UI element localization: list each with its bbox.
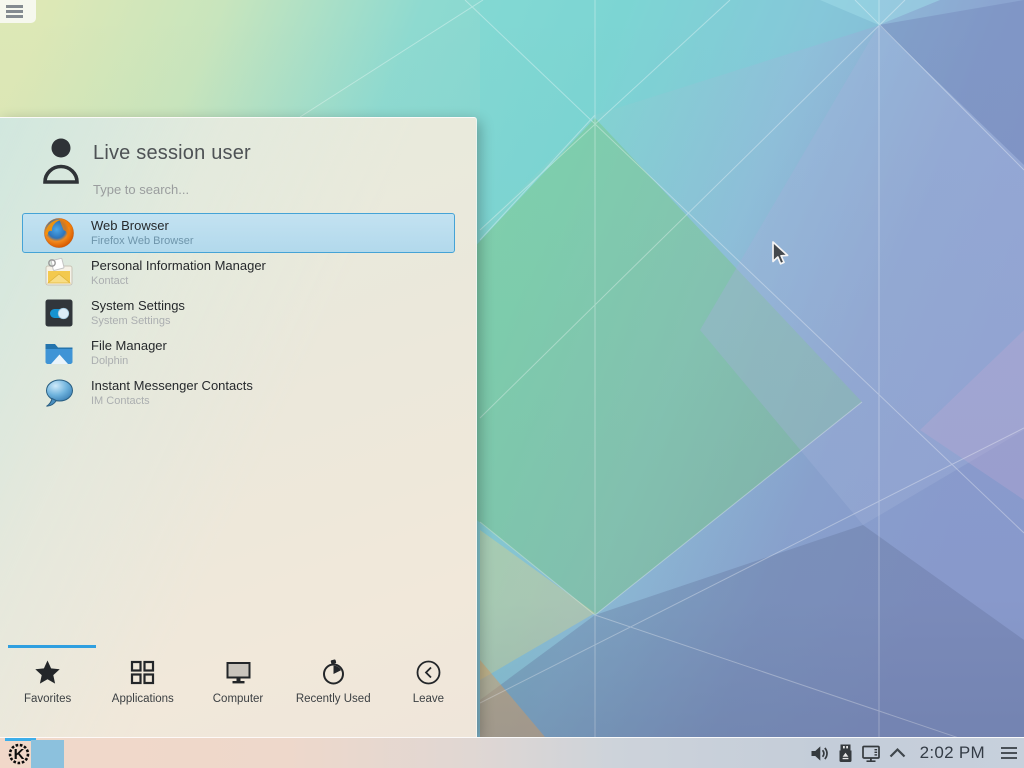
settings-toggle-icon: [43, 297, 75, 329]
tab-label: Leave: [413, 693, 444, 705]
system-tray: 2:02 PM: [809, 738, 1019, 768]
tab-label: Recently Used: [296, 693, 371, 705]
mouse-cursor: [767, 239, 793, 269]
search-input[interactable]: [93, 178, 423, 200]
list-item-subtitle: IM Contacts: [91, 395, 253, 408]
list-item-title: System Settings: [91, 298, 185, 313]
tab-favorites[interactable]: Favorites: [0, 659, 95, 737]
chevron-up-icon[interactable]: [887, 743, 908, 764]
hamburger-icon: [6, 15, 23, 18]
list-item-subtitle: Kontact: [91, 275, 266, 288]
desktop: Live session user: [0, 0, 1024, 768]
tab-label: Favorites: [24, 693, 71, 705]
desktop-toolbox-button[interactable]: [0, 0, 36, 23]
kde-logo-icon: K: [7, 742, 31, 766]
tab-label: Computer: [213, 693, 264, 705]
hamburger-icon: [6, 10, 23, 13]
firefox-icon: [43, 217, 75, 249]
list-item-title: Web Browser: [91, 218, 194, 233]
hamburger-icon: [1001, 757, 1017, 759]
stopwatch-icon: [320, 659, 347, 686]
launcher-header: Live session user: [0, 118, 476, 213]
display-icon[interactable]: [861, 743, 882, 764]
application-launcher-menu: Live session user: [0, 117, 477, 737]
list-item-subtitle: Firefox Web Browser: [91, 235, 194, 248]
volume-icon[interactable]: [809, 743, 830, 764]
leave-circle-icon: [415, 659, 442, 686]
list-item-subtitle: System Settings: [91, 315, 185, 328]
kontact-envelope-icon: [43, 257, 75, 289]
list-item-title: File Manager: [91, 338, 167, 353]
blue-folder-icon: [43, 337, 75, 369]
list-item-title: Instant Messenger Contacts: [91, 378, 253, 393]
hamburger-icon: [1001, 752, 1017, 754]
chat-bubble-icon: [43, 377, 75, 409]
device-notifier-icon[interactable]: [835, 743, 856, 764]
active-tab-indicator: [8, 645, 96, 648]
clock[interactable]: 2:02 PM: [920, 743, 985, 763]
tab-applications[interactable]: Applications: [95, 659, 190, 737]
list-item-pim[interactable]: Personal Information Manager Kontact: [22, 253, 455, 293]
list-item-im-contacts[interactable]: Instant Messenger Contacts IM Contacts: [22, 373, 455, 413]
hamburger-icon: [6, 5, 23, 8]
list-item-file-manager[interactable]: File Manager Dolphin: [22, 333, 455, 373]
list-item-title: Personal Information Manager: [91, 258, 266, 273]
user-avatar-icon: [40, 136, 82, 186]
hamburger-icon: [1001, 747, 1017, 749]
tab-computer[interactable]: Computer: [190, 659, 285, 737]
list-item-subtitle: Dolphin: [91, 355, 167, 368]
panel-menu-button[interactable]: [999, 743, 1019, 763]
tab-leave[interactable]: Leave: [381, 659, 476, 737]
tab-label: Applications: [112, 693, 174, 705]
star-icon: [34, 659, 61, 686]
launcher-tabbar: Favorites Applications: [0, 645, 476, 737]
user-name: Live session user: [93, 142, 251, 165]
desktop-pager[interactable]: [31, 740, 64, 768]
favorites-list: Web Browser Firefox Web Browser Personal…: [22, 213, 455, 413]
svg-text:K: K: [14, 746, 25, 763]
list-item-web-browser[interactable]: Web Browser Firefox Web Browser: [22, 213, 455, 253]
tab-recently-used[interactable]: Recently Used: [286, 659, 381, 737]
list-item-system-settings[interactable]: System Settings System Settings: [22, 293, 455, 333]
grid-icon: [129, 659, 156, 686]
taskbar: K: [0, 737, 1024, 768]
monitor-icon: [225, 659, 252, 686]
